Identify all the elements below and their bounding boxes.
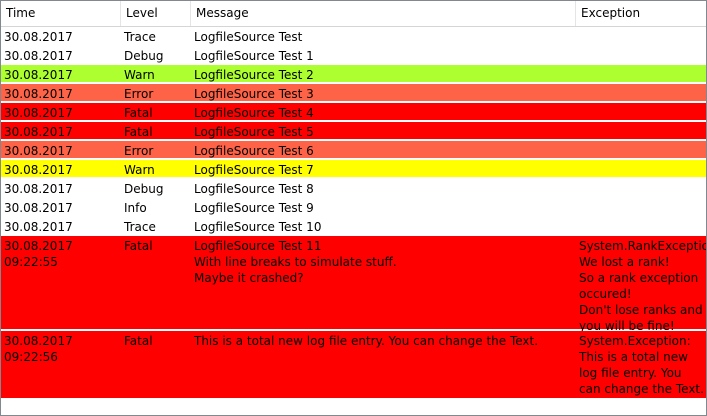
cell-time: 30.08.2017 09:22:55 [4,87,73,101]
cell-exception [576,122,706,141]
table-row[interactable]: 30.08.2017 09:22:55 Debug LogfileSource Te… [1,46,706,65]
cell-exception [576,179,706,198]
cell-message: LogfileSource Test 3 [194,87,314,101]
table-row[interactable]: 30.08.2017 09:22:56 Fatal This is a total … [1,331,706,398]
cell-level: Debug [124,49,164,63]
cell-message: LogfileSource Test 9 [194,201,314,215]
table-row[interactable]: 30.08.2017 09:22:55 Fatal LogfileSource Te… [1,103,706,122]
cell-time: 30.08.2017 09:22:55 [4,30,73,44]
cell-message: LogfileSource Test 2 [194,68,314,82]
cell-level: Trace [124,220,156,234]
cell-exception: System.Exception: This is a total new lo… [579,334,704,396]
cell-exception [576,198,706,217]
cell-time: 30.08.2017 09:22:55 [4,68,73,82]
cell-time: 30.08.2017 09:22:55 [4,220,73,234]
cell-time: 30.08.2017 09:22:55 [4,239,73,269]
cell-level: Fatal [124,106,153,120]
cell-level: Fatal [124,334,153,348]
cell-exception: System.RankException: We lost a rank! So… [579,239,706,331]
cell-level: Debug [124,182,164,196]
cell-level: Info [124,201,147,215]
table-row[interactable]: 30.08.2017 09:22:55 Error LogfileSource Te… [1,84,706,103]
cell-message: LogfileSource Test 1 [194,49,314,63]
table-row[interactable]: 30.08.2017 09:22:55 Debug LogfileSource Te… [1,179,706,198]
table-row[interactable]: 30.08.2017 09:22:55 Fatal LogfileSource Te… [1,236,706,331]
cell-exception [576,46,706,65]
cell-level: Warn [124,163,155,177]
cell-level: Error [124,144,154,158]
cell-time: 30.08.2017 09:22:55 [4,106,73,120]
cell-exception [576,141,706,160]
table-row[interactable]: 30.08.2017 09:22:55 Warn LogfileSource Tes… [1,160,706,179]
cell-time: 30.08.2017 09:22:55 [4,163,73,177]
table-row[interactable]: 30.08.2017 09:22:55 Error LogfileSource Te… [1,141,706,160]
cell-message: LogfileSource Test 6 [194,144,314,158]
cell-level: Fatal [124,125,153,139]
cell-exception [576,217,706,236]
cell-exception [576,160,706,179]
cell-message: LogfileSource Test 5 [194,125,314,139]
cell-level: Warn [124,68,155,82]
column-header-exception[interactable]: Exception [576,1,706,26]
table-row[interactable]: 30.08.2017 09:22:55 Fatal LogfileSource Te… [1,122,706,141]
cell-level: Trace [124,30,156,44]
cell-exception [576,27,706,46]
cell-message: This is a total new log file entry. You … [194,334,539,348]
table-row[interactable]: 30.08.2017 09:22:55 Info LogfileSource Tes… [1,198,706,217]
cell-level: Error [124,87,154,101]
cell-message: LogfileSource Test [194,30,303,44]
cell-message: LogfileSource Test 10 [194,220,322,234]
cell-time: 30.08.2017 09:22:55 [4,182,73,196]
table-row[interactable]: 30.08.2017 09:22:55 Trace LogfileSource Te… [1,27,706,46]
cell-message: LogfileSource Test 4 [194,106,314,120]
cell-message: LogfileSource Test 7 [194,163,314,177]
cell-message: LogfileSource Test 11 With line breaks t… [194,239,397,285]
grid-header: Time Level Message Exception [1,1,706,27]
cell-exception [576,65,706,84]
log-grid[interactable]: Time Level Message Exception 30.08.2017 … [0,0,707,416]
grid-rows: 30.08.2017 09:22:55 Trace LogfileSource Te… [1,27,706,398]
cell-exception [576,103,706,122]
column-header-message[interactable]: Message [191,1,576,26]
cell-level: Fatal [124,239,153,253]
cell-message: LogfileSource Test 8 [194,182,314,196]
cell-exception [576,84,706,103]
table-row[interactable]: 30.08.2017 09:22:55 Trace LogfileSource Te… [1,217,706,236]
cell-time: 30.08.2017 09:22:55 [4,201,73,215]
cell-time: 30.08.2017 09:22:55 [4,144,73,158]
table-row[interactable]: 30.08.2017 09:22:55 Warn LogfileSource Tes… [1,65,706,84]
cell-time: 30.08.2017 09:22:55 [4,125,73,139]
cell-time: 30.08.2017 09:22:56 [4,334,73,364]
column-header-time[interactable]: Time [1,1,121,26]
column-header-level[interactable]: Level [121,1,191,26]
cell-time: 30.08.2017 09:22:55 [4,49,73,63]
